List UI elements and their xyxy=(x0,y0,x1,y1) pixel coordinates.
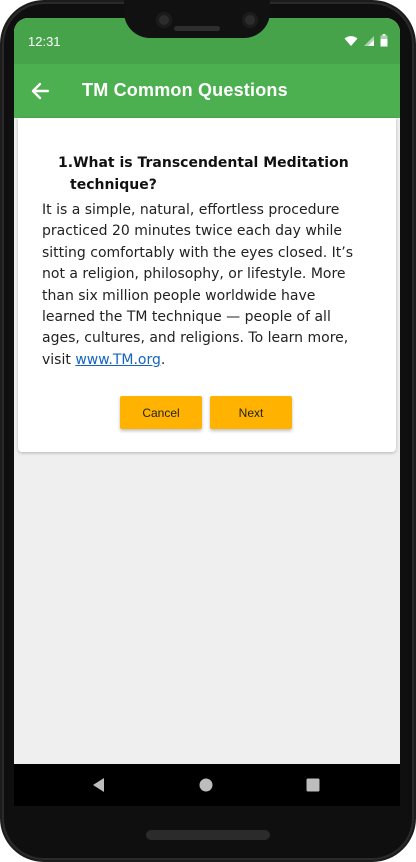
back-arrow-icon[interactable] xyxy=(28,79,54,103)
earpiece-speaker xyxy=(174,26,220,31)
page-title: TM Common Questions xyxy=(82,80,288,100)
front-camera-icon xyxy=(156,12,172,28)
status-icons xyxy=(344,34,388,47)
cancel-button[interactable]: Cancel xyxy=(120,396,202,429)
question-card: 1.What is Transcendental Meditation tech… xyxy=(18,118,396,452)
wifi-icon xyxy=(344,35,358,46)
question-number: 1. xyxy=(58,155,74,171)
bottom-speaker xyxy=(146,830,270,840)
navigation-bar xyxy=(14,764,400,806)
camera-notch xyxy=(124,0,270,38)
nav-home-icon[interactable] xyxy=(198,777,214,793)
answer-body: It is a simple, natural, effortless proc… xyxy=(42,202,354,368)
status-time: 12:31 xyxy=(28,34,61,49)
nav-back-icon[interactable] xyxy=(91,777,107,793)
app-bar: TM Common Questions xyxy=(14,64,400,118)
answer-end: . xyxy=(160,351,166,368)
phone-frame: 12:31 TM Common Questions 1.What is Tran… xyxy=(0,0,416,862)
nav-recents-icon[interactable] xyxy=(305,777,321,793)
next-button[interactable]: Next xyxy=(210,396,292,429)
screen: 12:31 TM Common Questions 1.What is Tran… xyxy=(14,18,400,806)
tm-website-link[interactable]: www.TM.org xyxy=(75,352,161,368)
answer-text: It is a simple, natural, effortless proc… xyxy=(42,200,372,371)
battery-icon xyxy=(380,34,388,47)
question-title-line2: technique? xyxy=(70,177,157,193)
front-sensor-icon xyxy=(242,12,258,28)
question-title: 1.What is Transcendental Meditation tech… xyxy=(58,152,358,196)
question-title-line1: What is Transcendental Meditation xyxy=(73,155,349,171)
signal-icon xyxy=(364,35,374,46)
